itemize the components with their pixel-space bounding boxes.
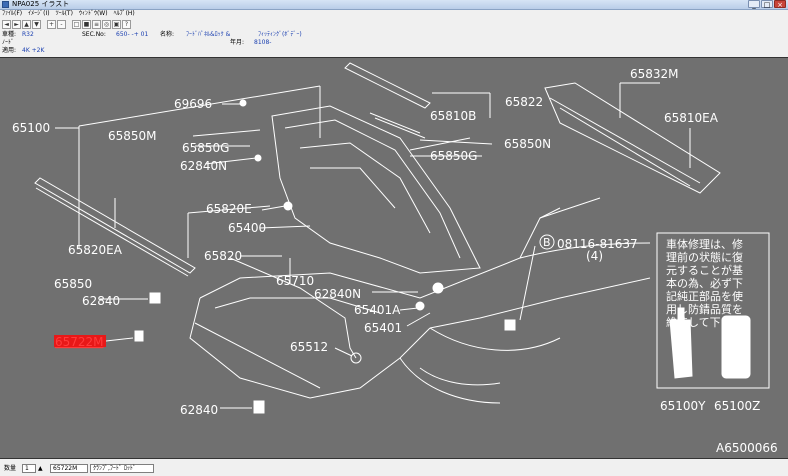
- note-line-5: 記純正部品を使: [666, 289, 743, 303]
- maximize-button[interactable]: □: [761, 0, 773, 9]
- label-62840[interactable]: 62840: [82, 294, 120, 308]
- clip-62840[interactable]: [149, 292, 161, 304]
- label-65810EA[interactable]: 65810EA: [664, 111, 719, 125]
- fill-icon[interactable]: ■: [82, 20, 91, 29]
- year-value: 8108-: [254, 39, 272, 46]
- up-icon[interactable]: ▲: [22, 20, 31, 29]
- apply-label: 適用:: [2, 47, 17, 54]
- note-line-3: 元することが基: [666, 263, 743, 277]
- title-bar: NPA025 イラスト _ □ ×: [0, 0, 788, 10]
- label-65850N[interactable]: 65850N: [504, 137, 551, 151]
- fit-icon[interactable]: □: [72, 20, 81, 29]
- name2-value: ﾌｨｯﾃｨﾝｸﾞ(ﾎﾞﾃﾞｰ): [258, 31, 302, 38]
- note-line-2: 理前の状態に復: [666, 250, 743, 264]
- label-62840N[interactable]: 62840N: [180, 159, 227, 173]
- label-69696[interactable]: 69696: [174, 97, 212, 111]
- label-65512[interactable]: 65512: [290, 340, 328, 354]
- toolbar: ◄ ► ▲ ▼ + - □ ■ ≡ ◎ ▣ ?: [0, 19, 788, 30]
- label-65710[interactable]: 65710: [276, 274, 314, 288]
- label-65401[interactable]: 65401: [364, 321, 402, 335]
- prev-icon[interactable]: ◄: [2, 20, 11, 29]
- close-button[interactable]: ×: [774, 0, 786, 9]
- menu-help[interactable]: ﾍﾙﾌﾟ(H): [114, 10, 135, 18]
- note-line-1: 車体修理は、修: [666, 237, 743, 251]
- qty-label: 数量: [4, 465, 17, 472]
- window-title: NPA025 イラスト: [12, 0, 70, 8]
- clip-62840-lower[interactable]: [253, 400, 265, 414]
- help-icon[interactable]: ?: [122, 20, 131, 29]
- label-65850G[interactable]: 65850G: [182, 141, 229, 155]
- label-65850G-2[interactable]: 65850G: [430, 149, 477, 163]
- window-controls: _ □ ×: [748, 0, 786, 9]
- label-65400[interactable]: 65400: [228, 221, 266, 235]
- label-65820EA[interactable]: 65820EA: [68, 243, 123, 257]
- app-icon: [2, 1, 9, 8]
- sub-label: ﾉｰﾄﾞ: [2, 39, 15, 46]
- diagram-canvas: 65100 69696 65850M 65850G 62840N 65820E …: [12, 62, 778, 455]
- label-65100[interactable]: 65100: [12, 121, 50, 135]
- info-bar: 車種: R32 ﾉｰﾄﾞ 適用: 4K +2K SEC.No: 650- -+ …: [0, 31, 788, 57]
- label-65822[interactable]: 65822: [505, 95, 543, 109]
- menu-image[interactable]: ｲﾒｰｼﾞ(I): [28, 10, 49, 18]
- note-line-4: 本の為、必ず下: [666, 276, 743, 290]
- note-line-6: 用し防錆品質を: [666, 302, 743, 316]
- model-value: R32: [22, 31, 34, 38]
- zoom-in-icon[interactable]: +: [47, 20, 56, 29]
- label-65820[interactable]: 65820: [204, 249, 242, 263]
- print-icon[interactable]: ▣: [112, 20, 121, 29]
- minimize-button[interactable]: _: [748, 0, 760, 9]
- sec-label: SEC.No:: [82, 31, 106, 38]
- label-65850[interactable]: 65850: [54, 277, 92, 291]
- label-65100Y[interactable]: 65100Y: [660, 399, 706, 413]
- label-65850M[interactable]: 65850M: [108, 129, 157, 143]
- bolt-symbol: B: [543, 236, 551, 249]
- cowl-panel[interactable]: [544, 82, 721, 194]
- label-62840-2[interactable]: 62840: [180, 403, 218, 417]
- down-icon[interactable]: ▼: [32, 20, 41, 29]
- menu-file[interactable]: ﾌｧｲﾙ(F): [2, 10, 22, 18]
- list-icon[interactable]: ≡: [92, 20, 101, 29]
- note-line-7: 維持して下さい。: [666, 315, 754, 329]
- menu-window[interactable]: ｳｨﾝﾄﾞｳ(W): [79, 10, 108, 18]
- sec-value: 650- -+ 01: [116, 31, 149, 38]
- status-bar: 数量 1 ▲ 65722M ｸﾗﾝﾌﾟ,ﾌｰﾄﾞ ﾛｯﾄﾞ: [0, 460, 788, 476]
- figure-id: A6500066: [716, 441, 778, 455]
- clamp-65722M[interactable]: [134, 330, 144, 342]
- name-value: ﾌｰﾄﾞﾊﾟﾈﾙ&ﾛｯｸ &: [186, 31, 231, 38]
- label-65100Z[interactable]: 65100Z: [714, 399, 760, 413]
- zoom-out-icon[interactable]: -: [57, 20, 66, 29]
- part-number-field[interactable]: 65722M: [50, 464, 88, 473]
- year-label: 年月:: [230, 39, 245, 46]
- model-label: 車種:: [2, 31, 17, 38]
- menu-bar: ﾌｧｲﾙ(F) ｲﾒｰｼﾞ(I) ﾂｰﾙ(T) ｳｨﾝﾄﾞｳ(W) ﾍﾙﾌﾟ(H…: [0, 10, 788, 18]
- label-65401A[interactable]: 65401A: [354, 303, 401, 317]
- apply-value: 4K +2K: [22, 47, 45, 54]
- label-qty-4: (4): [586, 249, 603, 263]
- qty-spinner-icon[interactable]: ▲: [38, 464, 43, 473]
- label-65832M[interactable]: 65832M: [630, 67, 679, 81]
- hood-panel[interactable]: [271, 105, 481, 274]
- target-icon[interactable]: ◎: [102, 20, 111, 29]
- part-name-field[interactable]: ｸﾗﾝﾌﾟ,ﾌｰﾄﾞ ﾛｯﾄﾞ: [90, 464, 154, 473]
- label-65820E[interactable]: 65820E: [206, 202, 252, 216]
- label-65722M[interactable]: 65722M: [55, 335, 104, 349]
- qty-field[interactable]: 1: [22, 464, 36, 473]
- menu-tools[interactable]: ﾂｰﾙ(T): [56, 10, 73, 18]
- name-label: 名称:: [160, 31, 175, 38]
- label-65810B[interactable]: 65810B: [430, 109, 476, 123]
- next-icon[interactable]: ►: [12, 20, 21, 29]
- label-62840N-2[interactable]: 62840N: [314, 287, 361, 301]
- parts-diagram[interactable]: 65100 69696 65850M 65850G 62840N 65820E …: [0, 57, 788, 459]
